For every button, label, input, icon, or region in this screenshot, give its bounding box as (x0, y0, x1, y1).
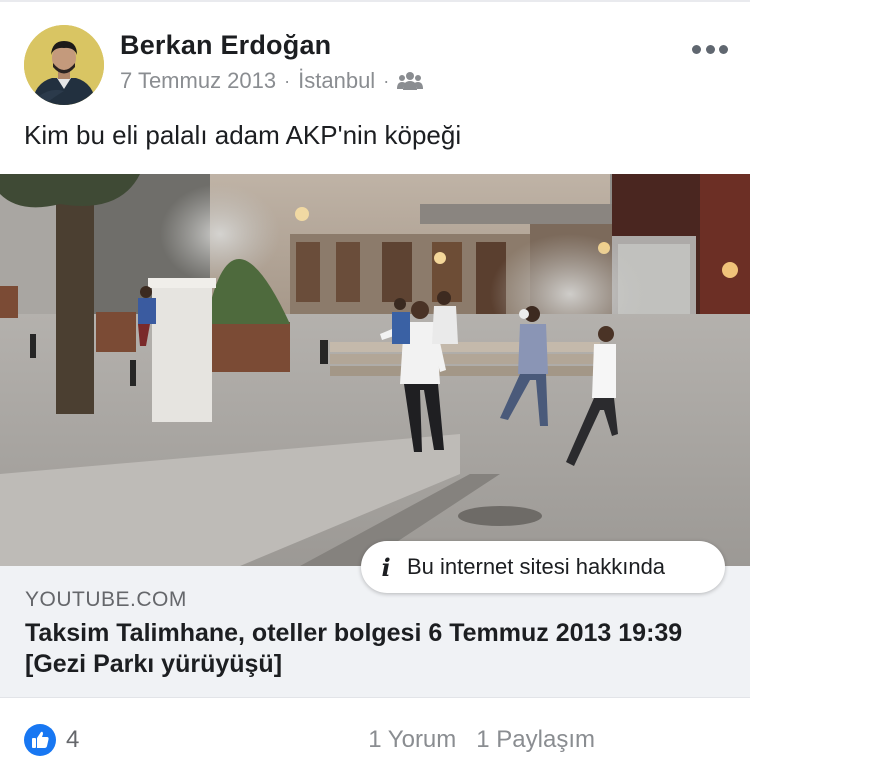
like-count: 4 (66, 726, 80, 753)
meta-separator: · (284, 70, 291, 91)
post-location[interactable]: İstanbul (298, 68, 375, 94)
post-date[interactable]: 7 Temmuz 2013 (120, 68, 276, 94)
post-meta: 7 Temmuz 2013 · İstanbul · (120, 68, 424, 94)
background-area (750, 0, 880, 773)
link-title[interactable]: Taksim Talimhane, oteller bolgesi 6 Temm… (25, 618, 725, 680)
video-thumbnail[interactable] (0, 174, 750, 566)
more-dot (719, 44, 728, 54)
author-name[interactable]: Berkan Erdoğan (120, 30, 331, 61)
post-text: Kim bu eli palalı adam AKP'nin köpeği (24, 120, 462, 150)
facebook-post: Berkan Erdoğan 7 Temmuz 2013 · İstanbul … (0, 0, 750, 773)
reaction-summary[interactable]: 4 (24, 724, 79, 756)
shares-count[interactable]: 1 Paylaşım (476, 726, 595, 754)
more-options-icon[interactable] (692, 40, 728, 58)
meta-separator: · (383, 70, 390, 91)
thumbs-up-icon (24, 724, 56, 756)
about-website-button[interactable]: i Bu internet sitesi hakkında (361, 541, 725, 593)
about-website-label: Bu internet sitesi hakkında (407, 554, 666, 579)
link-domain: YOUTUBE.COM (25, 588, 187, 611)
friends-icon[interactable] (397, 70, 424, 92)
divider (0, 0, 750, 2)
avatar[interactable] (24, 25, 104, 105)
info-icon: i (381, 552, 391, 582)
more-dot (705, 44, 715, 54)
engagement-counts: 1 Yorum 1 Paylaşım (368, 726, 595, 754)
more-dot (692, 44, 701, 54)
comments-count[interactable]: 1 Yorum (368, 726, 456, 754)
